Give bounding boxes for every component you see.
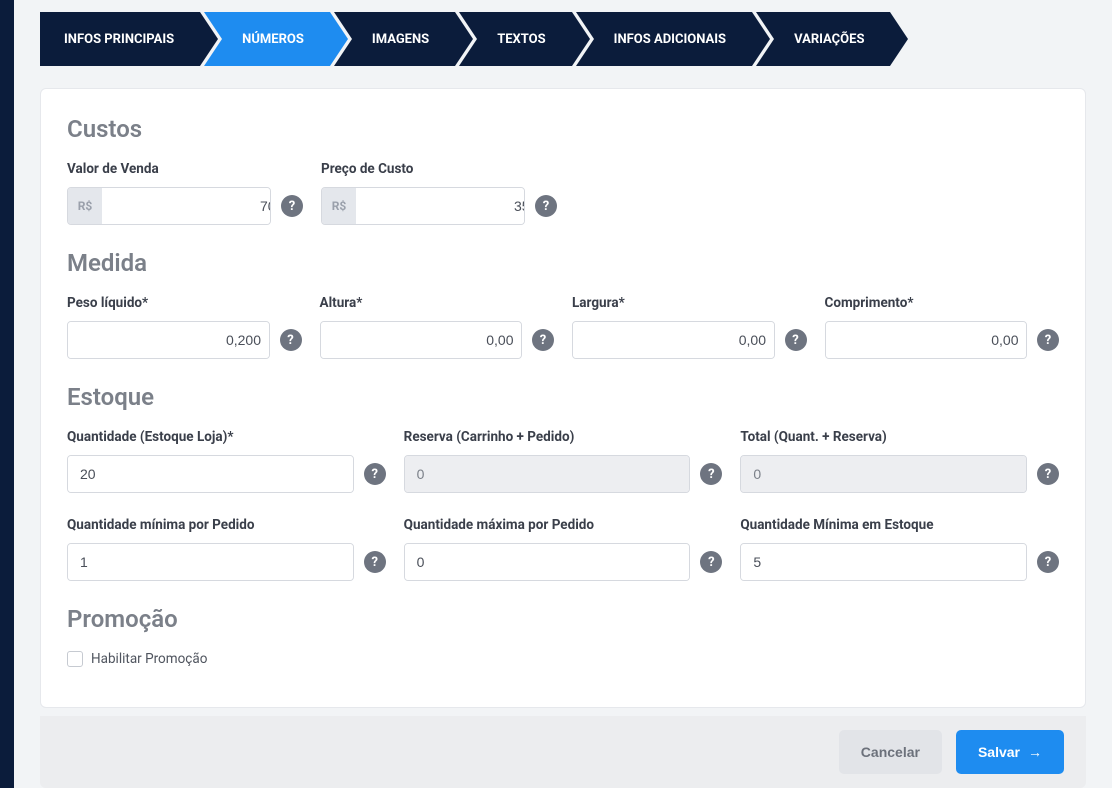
input-qtd-min-pedido[interactable]	[68, 544, 353, 580]
left-nav-strip	[0, 0, 14, 788]
section-title-custos: Custos	[67, 115, 1059, 143]
input-comprimento[interactable]	[826, 322, 1028, 358]
label-quantidade: Quantidade (Estoque Loja)*	[67, 429, 386, 445]
help-icon[interactable]: ?	[700, 463, 722, 485]
help-icon[interactable]: ?	[532, 329, 554, 351]
cancel-button[interactable]: Cancelar	[839, 730, 942, 774]
input-valor-venda[interactable]	[102, 188, 271, 224]
label-comprimento: Comprimento*	[825, 295, 1060, 311]
label-preco-custo: Preço de Custo	[321, 161, 557, 177]
checkbox-habilitar-promocao[interactable]: Habilitar Promoção	[67, 651, 1059, 667]
input-preco-custo[interactable]	[356, 188, 525, 224]
input-largura[interactable]	[573, 322, 775, 358]
input-altura[interactable]	[321, 322, 523, 358]
help-icon[interactable]: ?	[785, 329, 807, 351]
label-altura: Altura*	[320, 295, 555, 311]
label-reserva: Reserva (Carrinho + Pedido)	[404, 429, 723, 445]
step-textos[interactable]: TEXTOS	[459, 12, 571, 66]
input-peso[interactable]	[68, 322, 270, 358]
label-valor-venda: Valor de Venda	[67, 161, 303, 177]
currency-prefix: R$	[322, 188, 356, 224]
form-stepper: INFOS PRINCIPAIS NÚMEROS IMAGENS TEXTOS …	[14, 12, 1112, 88]
input-reserva	[405, 456, 690, 492]
save-button[interactable]: Salvar →	[956, 730, 1064, 774]
step-infos-adicionais[interactable]: INFOS ADICIONAIS	[576, 12, 752, 66]
help-icon[interactable]: ?	[1037, 329, 1059, 351]
checkbox-label: Habilitar Promoção	[91, 651, 207, 667]
help-icon[interactable]: ?	[535, 195, 557, 217]
input-quantidade[interactable]	[68, 456, 353, 492]
label-peso: Peso líquido*	[67, 295, 302, 311]
input-qtd-max-pedido[interactable]	[405, 544, 690, 580]
step-infos-principais[interactable]: INFOS PRINCIPAIS	[40, 12, 200, 66]
checkbox-box[interactable]	[67, 651, 83, 667]
label-qtd-min-estoque: Quantidade Mínima em Estoque	[740, 517, 1059, 533]
section-title-medida: Medida	[67, 249, 1059, 277]
help-icon[interactable]: ?	[364, 551, 386, 573]
form-card: Custos Valor de Venda R$ ? Preço de Cust…	[40, 88, 1086, 708]
label-total: Total (Quant. + Reserva)	[740, 429, 1059, 445]
label-qtd-min-pedido: Quantidade mínima por Pedido	[67, 517, 386, 533]
section-title-estoque: Estoque	[67, 383, 1059, 411]
arrow-right-icon: →	[1028, 744, 1042, 760]
help-icon[interactable]: ?	[700, 551, 722, 573]
step-variacoes[interactable]: VARIAÇÕES	[756, 12, 890, 66]
help-icon[interactable]: ?	[281, 195, 303, 217]
help-icon[interactable]: ?	[1037, 463, 1059, 485]
step-numeros[interactable]: NÚMEROS	[204, 12, 330, 66]
form-footer: Cancelar Salvar →	[40, 716, 1086, 788]
save-button-label: Salvar	[978, 744, 1020, 760]
currency-prefix: R$	[68, 188, 102, 224]
input-total	[741, 456, 1026, 492]
section-title-promocao: Promoção	[67, 605, 1059, 633]
help-icon[interactable]: ?	[1037, 551, 1059, 573]
label-qtd-max-pedido: Quantidade máxima por Pedido	[404, 517, 723, 533]
label-largura: Largura*	[572, 295, 807, 311]
input-qtd-min-estoque[interactable]	[741, 544, 1026, 580]
help-icon[interactable]: ?	[364, 463, 386, 485]
step-imagens[interactable]: IMAGENS	[334, 12, 455, 66]
help-icon[interactable]: ?	[280, 329, 302, 351]
